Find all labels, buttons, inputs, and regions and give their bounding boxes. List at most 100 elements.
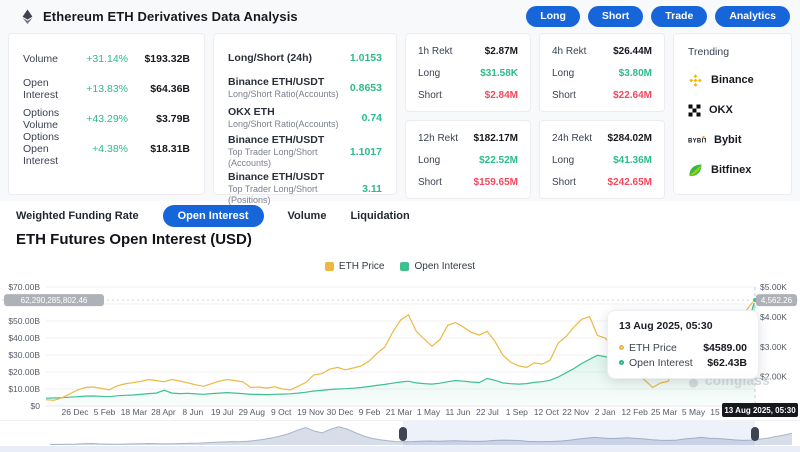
trending-name: Bitfinex <box>711 164 751 176</box>
legend-swatch-green <box>400 262 409 271</box>
bitfinex-icon <box>688 163 703 178</box>
ratio-subtitle: Long/Short Ratio(Accounts) <box>228 119 356 130</box>
navigator-scrollbar[interactable] <box>0 446 800 452</box>
tooltip-row-eth-price: ETH Price $4589.00 <box>619 340 747 355</box>
rekt-card-1h: 1h Rekt$2.87M Long$31.58K Short$2.84M <box>405 33 531 112</box>
long-short-ratios-card: Long/Short (24h) 1.0153 Binance ETH/USDT… <box>213 33 397 195</box>
dashboard: Ethereum ETH Derivatives Data Analysis L… <box>0 0 800 452</box>
svg-text:4,562.26: 4,562.26 <box>761 296 793 305</box>
short-button[interactable]: Short <box>588 6 643 27</box>
tab-volume[interactable]: Volume <box>288 210 327 222</box>
ratio-value: 1.0153 <box>350 52 382 64</box>
svg-text:12 Oct: 12 Oct <box>534 407 560 417</box>
svg-text:18 Mar: 18 Mar <box>121 407 148 417</box>
rekt-short-value: $242.65M <box>608 177 652 188</box>
tooltip-series-value: $4589.00 <box>703 342 747 354</box>
chart-title: ETH Futures Open Interest (USD) <box>16 231 252 248</box>
stat-label: Volume <box>23 53 72 65</box>
svg-text:28 Apr: 28 Apr <box>151 407 176 417</box>
ratio-subtitle: Top Trader Long/Short (Positions) <box>228 184 356 206</box>
stat-change: +31.14% <box>72 53 128 65</box>
binance-icon <box>688 73 703 88</box>
stat-value: $193.32B <box>128 53 190 65</box>
stat-label: Options Volume <box>23 107 72 131</box>
rekt-long-label: Long <box>552 155 613 166</box>
svg-text:$30.00B: $30.00B <box>8 350 40 360</box>
legend-open-interest[interactable]: Open Interest <box>400 261 475 272</box>
tooltip-series-name: Open Interest <box>629 357 702 369</box>
svg-text:$4.00K: $4.00K <box>760 312 787 322</box>
rekt-short-value: $22.64M <box>613 90 652 101</box>
ratio-value: 0.8653 <box>350 82 382 94</box>
ratio-name: Binance ETH/USDT <box>228 76 344 89</box>
svg-text:$70.00B: $70.00B <box>8 282 40 292</box>
rekt-short-label: Short <box>552 177 608 188</box>
trending-name: Binance <box>711 74 754 86</box>
rekt-long-value: $41.36M <box>613 155 652 166</box>
legend-label: Open Interest <box>414 261 475 272</box>
ratio-name: Long/Short (24h) <box>228 52 344 65</box>
chart-navigator[interactable] <box>0 420 800 446</box>
ratio-row: Long/Short (24h) 1.0153 <box>228 44 382 72</box>
rekt-card-24h: 24h Rekt$284.02M Long$41.36M Short$242.6… <box>539 120 665 199</box>
ratio-subtitle: Top Trader Long/Short (Accounts) <box>228 147 344 169</box>
rekt-period: 24h Rekt <box>552 133 608 144</box>
trade-button[interactable]: Trade <box>651 6 707 27</box>
ratio-row: Binance ETH/USDT Long/Short Ratio(Accoun… <box>228 74 382 102</box>
svg-text:25 Mar: 25 Mar <box>651 407 678 417</box>
svg-text:12 Feb: 12 Feb <box>621 407 648 417</box>
rekt-total: $182.17M <box>474 133 518 144</box>
rekt-total: $26.44M <box>613 46 652 57</box>
chart-tabs: Weighted Funding Rate Open Interest Volu… <box>16 204 410 228</box>
rekt-long-value: $22.52M <box>479 155 518 166</box>
svg-text:13 Aug 2025, 05:30: 13 Aug 2025, 05:30 <box>724 406 796 415</box>
ratio-name: Binance ETH/USDT <box>228 134 344 147</box>
rekt-period: 1h Rekt <box>418 46 485 57</box>
svg-text:5 May: 5 May <box>682 407 706 417</box>
svg-text:5 Feb: 5 Feb <box>94 407 116 417</box>
svg-text:19 Nov: 19 Nov <box>297 407 325 417</box>
navigator-selection <box>403 421 755 447</box>
legend-label: ETH Price <box>339 261 385 272</box>
trending-item-bybit[interactable]: BYBIT Bybit <box>688 132 777 148</box>
bybit-icon: BYBIT <box>688 135 706 145</box>
ratio-row: OKX ETH Long/Short Ratio(Accounts) 0.74 <box>228 104 382 132</box>
ethereum-icon <box>20 9 35 24</box>
stat-value: $18.31B <box>128 143 190 155</box>
trending-item-binance[interactable]: Binance <box>688 72 777 88</box>
ratio-name: OKX ETH <box>228 106 356 119</box>
svg-text:19 Jul: 19 Jul <box>211 407 234 417</box>
svg-text:22 Jul: 22 Jul <box>476 407 499 417</box>
long-button[interactable]: Long <box>526 6 580 27</box>
page-title: Ethereum ETH Derivatives Data Analysis <box>43 9 298 24</box>
tooltip-date: 13 Aug 2025, 05:30 <box>619 320 747 332</box>
rekt-total: $284.02M <box>608 133 652 144</box>
rekt-period: 12h Rekt <box>418 133 474 144</box>
svg-text:$5.00K: $5.00K <box>760 282 787 292</box>
trending-name: Bybit <box>714 134 742 146</box>
header: Ethereum ETH Derivatives Data Analysis L… <box>0 0 800 32</box>
svg-text:BYBIT: BYBIT <box>688 139 706 145</box>
trending-item-bitfinex[interactable]: Bitfinex <box>688 162 777 178</box>
legend-eth-price[interactable]: ETH Price <box>325 261 385 272</box>
trending-name: OKX <box>709 104 733 116</box>
svg-text:8 Jun: 8 Jun <box>182 407 203 417</box>
svg-text:$50.00B: $50.00B <box>8 316 40 326</box>
rekt-cards-grid: 1h Rekt$2.87M Long$31.58K Short$2.84M 4h… <box>405 33 665 195</box>
navigator-handle-right <box>751 427 759 441</box>
analytics-button[interactable]: Analytics <box>715 6 790 27</box>
trending-title: Trending <box>688 46 777 58</box>
stat-cards-row: Volume +31.14% $193.32B Open Interest +1… <box>8 33 792 195</box>
trending-item-okx[interactable]: OKX <box>688 102 777 118</box>
tab-open-interest[interactable]: Open Interest <box>163 205 264 227</box>
svg-text:$40.00B: $40.00B <box>8 333 40 343</box>
ratio-value: 0.74 <box>362 112 382 124</box>
stat-value: $3.79B <box>128 113 190 125</box>
tab-liquidation[interactable]: Liquidation <box>350 210 409 222</box>
ratio-value: 3.11 <box>362 183 382 195</box>
navigator-handle-left <box>399 427 407 441</box>
rekt-period: 4h Rekt <box>552 46 613 57</box>
rekt-long-label: Long <box>418 68 480 79</box>
tab-weighted-funding-rate[interactable]: Weighted Funding Rate <box>16 210 139 222</box>
chart-legend: ETH Price Open Interest <box>0 261 800 272</box>
